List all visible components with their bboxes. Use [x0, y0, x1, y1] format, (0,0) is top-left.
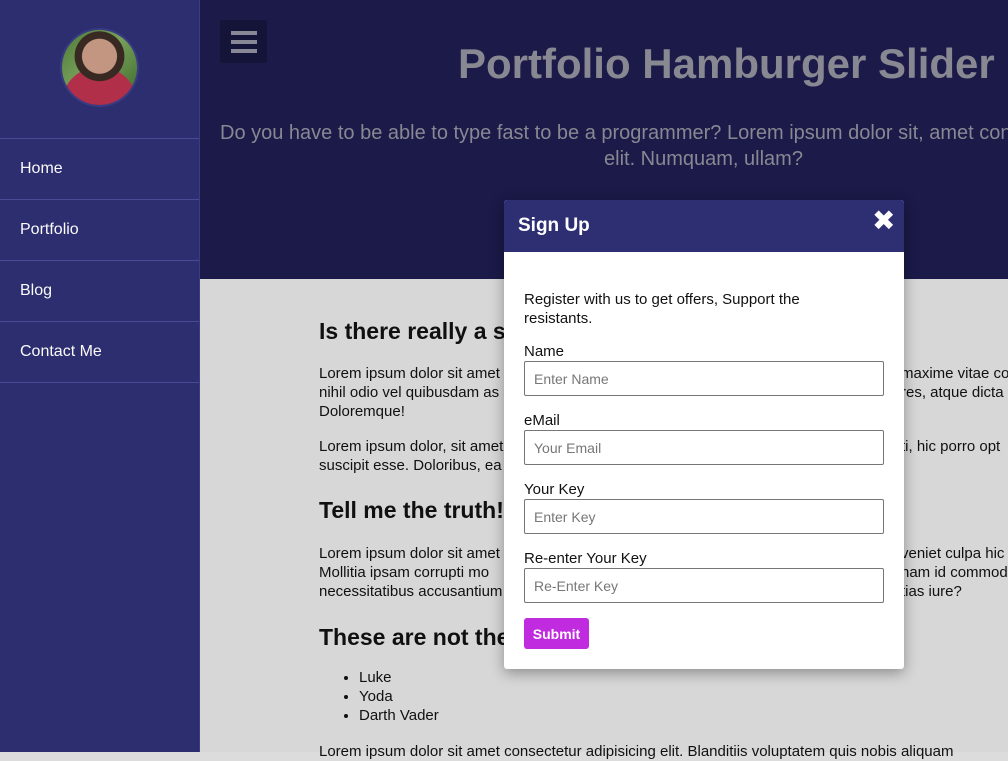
submit-button[interactable]: Submit [524, 618, 589, 649]
modal-title: Sign Up [518, 215, 590, 236]
name-label: Name [524, 343, 565, 360]
signup-modal: Sign Up ✖ Register with us to get offers… [504, 200, 904, 669]
name-input[interactable] [524, 361, 884, 396]
key-label: Your Key [524, 481, 585, 498]
confirm-key-input[interactable] [524, 568, 884, 603]
email-input[interactable] [524, 430, 884, 465]
email-label: eMail [524, 412, 560, 429]
confirm-key-label: Re-enter Your Key [524, 550, 647, 567]
close-icon[interactable]: ✖ [872, 207, 895, 235]
key-input[interactable] [524, 499, 884, 534]
modal-intro-text: Register with us to get offers, Support … [524, 291, 800, 327]
modal-header: Sign Up ✖ [504, 200, 904, 252]
